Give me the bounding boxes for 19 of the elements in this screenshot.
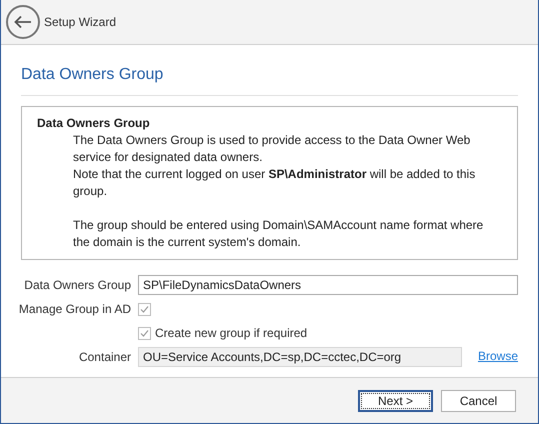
info-heading: Data Owners Group bbox=[37, 115, 151, 132]
back-arrow-icon bbox=[14, 15, 32, 29]
text-field[interactable]: SP\FileDynamicsDataOwners bbox=[138, 275, 518, 295]
back-button[interactable] bbox=[6, 5, 40, 39]
next-button[interactable]: Next > bbox=[358, 390, 433, 412]
window-title: Setup Wizard bbox=[44, 14, 116, 31]
info-paragraph: The group should be entered using Domain\SAMAccount name format where the domain is the current system's domain. bbox=[73, 217, 484, 251]
cancel-button[interactable]: Cancel bbox=[441, 390, 516, 412]
info-paragraph: The Data Owners Group is used to provide access to the Data Owner Web service for designated data owners. bbox=[73, 132, 472, 166]
checkbox-label: Create new group if required bbox=[155, 325, 308, 342]
info-paragraph: Note that the current logged on user SP\Administrator will be added to this group. bbox=[73, 166, 476, 200]
browse-link[interactable]: Browse bbox=[478, 347, 518, 365]
field-label: Data Owners Group bbox=[24, 277, 131, 294]
check-icon bbox=[140, 304, 149, 314]
field-label: Manage Group in AD bbox=[18, 301, 131, 318]
field-label: Container bbox=[78, 349, 131, 366]
text-field[interactable]: OU=Service Accounts,DC=sp,DC=cctec,DC=org bbox=[138, 347, 462, 367]
page-title: Data Owners Group bbox=[21, 65, 164, 85]
check-icon bbox=[140, 328, 149, 338]
